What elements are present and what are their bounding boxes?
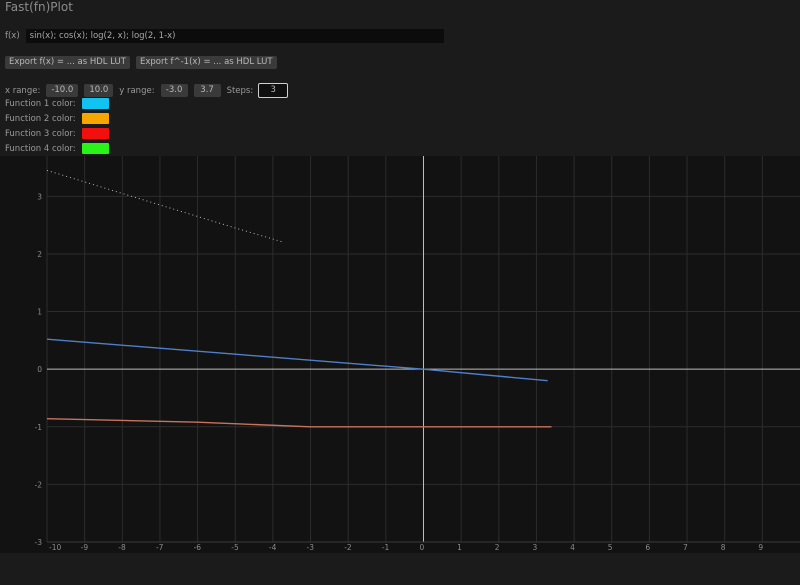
function-2-color-row: Function 2 color: [5, 113, 109, 124]
function-3-color-row: Function 3 color: [5, 128, 109, 139]
x-tick-label: -2 [344, 543, 352, 552]
y-tick-label: 1 [37, 308, 42, 317]
x-range-label: x range: [5, 85, 41, 96]
y-tick-label: 0 [37, 365, 42, 374]
function-1-color-swatch[interactable] [81, 98, 109, 109]
x-tick-label: -5 [231, 543, 239, 552]
function-3-color-swatch[interactable] [81, 128, 109, 139]
x-tick-label: -1 [382, 543, 390, 552]
x-tick-label: 2 [495, 543, 500, 552]
x-max-input[interactable]: 10.0 [84, 84, 114, 97]
y-tick-label: 3 [37, 192, 42, 201]
x-tick-label: -4 [269, 543, 277, 552]
x-tick-label: 9 [758, 543, 763, 552]
x-tick-label: -7 [156, 543, 164, 552]
x-tick-label: 6 [645, 543, 650, 552]
function-2-color-swatch[interactable] [81, 113, 109, 124]
export-fx-button[interactable]: Export f(x) = ... as HDL LUT [5, 56, 130, 69]
steps-input[interactable]: 3 [258, 83, 289, 98]
x-tick-label: -8 [118, 543, 126, 552]
x-tick-label: 5 [608, 543, 613, 552]
y-range-label: y range: [119, 85, 155, 96]
function-4-color-row: Function 4 color: [5, 143, 109, 154]
function-1-color-row: Function 1 color: [5, 98, 109, 109]
x-min-input[interactable]: -10.0 [46, 84, 79, 97]
y-tick-label: 2 [37, 250, 42, 259]
y-max-input[interactable]: 3.7 [193, 84, 221, 97]
x-tick-label: 1 [457, 543, 462, 552]
bottom-panel [0, 553, 800, 585]
y-tick-label: -3 [35, 538, 43, 547]
x-tick-label: -10 [49, 543, 61, 552]
steps-label: Steps: [226, 85, 254, 96]
plot-canvas[interactable]: -10 -9 -8 -7 -6 -5 -4 -3 -2 -1 0 1 2 3 4 5 6 7 8 9-3-2-1012… [0, 156, 800, 553]
function-3-color-label: Function 3 color: [5, 128, 76, 139]
export-finv-button[interactable]: Export f^-1(x) = ... as HDL LUT [135, 56, 277, 69]
x-tick-label: 3 [532, 543, 537, 552]
function-4-color-label: Function 4 color: [5, 143, 76, 154]
function-1-color-label: Function 1 color: [5, 98, 76, 109]
function-input-label: f(x) [5, 31, 20, 41]
x-tick-label: 4 [570, 543, 575, 552]
x-tick-label: -9 [81, 543, 89, 552]
function-2-color-label: Function 2 color: [5, 113, 76, 124]
export-row: Export f(x) = ... as HDL LUT Export f^-1… [5, 56, 283, 69]
range-row: x range: -10.0 10.0 y range: -3.0 3.7 St… [5, 83, 289, 98]
x-tick-label: -3 [307, 543, 315, 552]
function-input[interactable]: sin(x); cos(x); log(2, x); log(2, 1-x) [25, 29, 444, 43]
x-tick-label: 0 [420, 543, 425, 552]
y-tick-label: -1 [35, 423, 43, 432]
function-row: f(x) sin(x); cos(x); log(2, x); log(2, 1… [5, 29, 444, 43]
y-tick-label: -2 [35, 480, 43, 489]
y-min-input[interactable]: -3.0 [160, 84, 188, 97]
app-title: Fast(fn)Plot [5, 0, 73, 14]
function-4-color-swatch[interactable] [81, 143, 109, 154]
x-tick-label: -6 [194, 543, 202, 552]
x-tick-label: 8 [721, 543, 726, 552]
x-tick-label: 7 [683, 543, 688, 552]
